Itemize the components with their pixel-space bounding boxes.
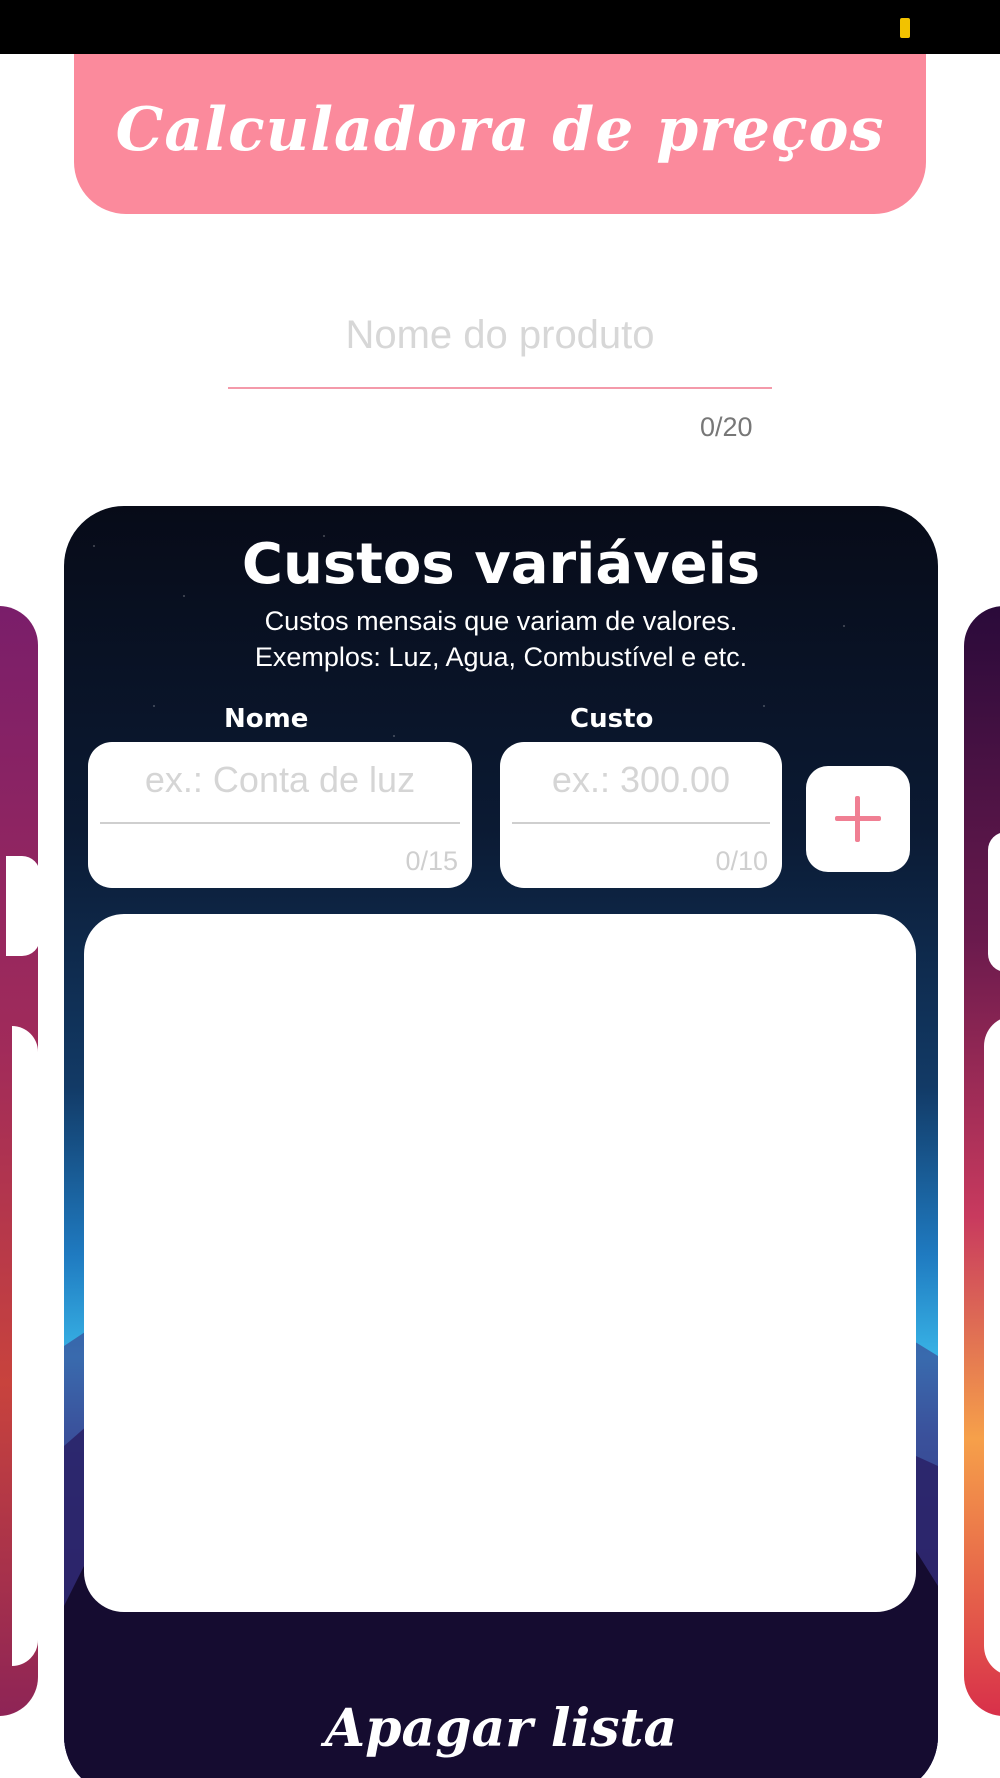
variable-costs-card: Custos variáveis Custos mensais que vari… xyxy=(64,506,938,1778)
page-title: Calculadora de preços xyxy=(115,95,885,165)
cost-name-field: 0/15 xyxy=(88,742,472,888)
status-bar xyxy=(0,0,1000,54)
card-description-line2: Exemplos: Luz, Agua, Combustível e etc. xyxy=(254,642,748,672)
name-column-label: Nome xyxy=(224,704,309,734)
add-cost-button[interactable] xyxy=(806,766,910,872)
cost-name-counter: 0/15 xyxy=(405,846,458,876)
card-description-line1: Custos mensais que variam de valores. xyxy=(264,606,738,636)
plus-icon xyxy=(835,796,881,842)
previous-card-peek[interactable] xyxy=(0,606,40,1716)
product-name-counter: 0/20 xyxy=(700,412,753,442)
cost-name-input[interactable] xyxy=(100,752,460,808)
battery-icon xyxy=(900,18,910,38)
header-banner: Calculadora de preços xyxy=(74,54,926,214)
next-card-peek[interactable] xyxy=(964,606,1000,1716)
product-name-underline xyxy=(228,387,772,389)
clear-list-button[interactable]: Apagar lista xyxy=(64,1698,938,1759)
card-title: Custos variáveis xyxy=(241,532,761,597)
costs-list[interactable] xyxy=(84,914,916,1612)
cost-value-counter: 0/10 xyxy=(715,846,768,876)
product-name-input[interactable] xyxy=(228,300,772,370)
cost-value-input[interactable] xyxy=(512,752,770,808)
cost-column-label: Custo xyxy=(570,704,654,734)
cost-value-field: 0/10 xyxy=(500,742,782,888)
product-name-field xyxy=(228,300,772,390)
